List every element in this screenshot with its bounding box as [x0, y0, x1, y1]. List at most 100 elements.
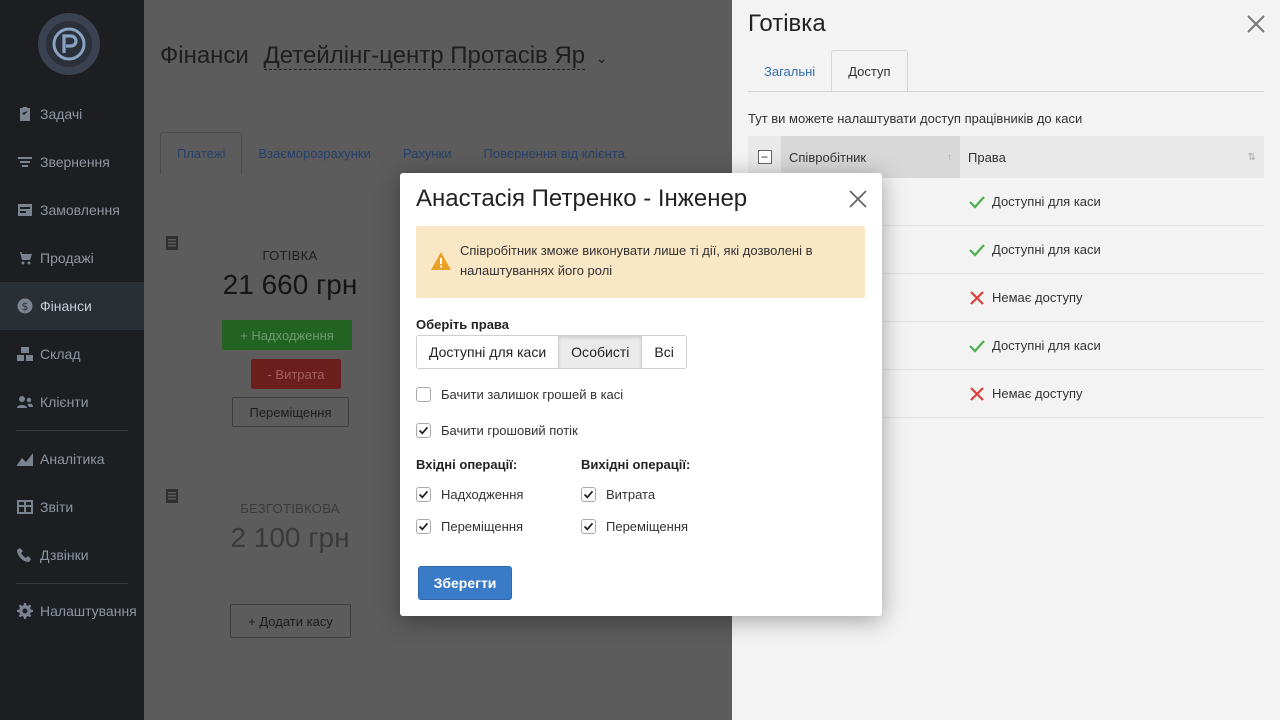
nav-divider	[16, 430, 128, 431]
tab-invoices[interactable]: Рахунки	[387, 132, 468, 174]
check-icon	[969, 243, 985, 257]
sidebar-item-label: Звіти	[40, 499, 74, 515]
location-selector[interactable]: Детейлінг-центр Протасів Яр	[263, 42, 586, 70]
rights-option-group: Доступні для каси Особисті Всі	[416, 335, 687, 369]
expense-button[interactable]: - Витрата	[251, 359, 341, 389]
panel-title: Готівка	[748, 10, 826, 37]
close-icon[interactable]	[848, 189, 868, 209]
save-button[interactable]: Зберегти	[418, 566, 512, 600]
chart-icon	[16, 450, 34, 468]
checkmark-icon	[418, 522, 429, 531]
employee-rights-modal: Анастасія Петренко - Інженер Співробітни…	[400, 173, 882, 616]
see-balance-row[interactable]: Бачити залишок грошей в касі	[416, 387, 623, 402]
sidebar-item-label: Клієнти	[40, 394, 89, 410]
incoming-receipts-label: Надходження	[441, 487, 524, 502]
sidebar-item-label: Склад	[40, 346, 81, 362]
add-cashbox-button[interactable]: + Додати касу	[230, 604, 351, 638]
see-flow-row[interactable]: Бачити грошовий потік	[416, 423, 578, 438]
income-button[interactable]: + Надходження	[222, 320, 352, 350]
sidebar-item-clients[interactable]: Клієнти	[0, 378, 144, 426]
incoming-receipts-row[interactable]: Надходження	[416, 487, 523, 502]
sidebar-item-label: Аналітика	[40, 451, 105, 467]
checkmark-icon	[418, 490, 429, 499]
see-balance-checkbox[interactable]	[416, 387, 431, 402]
column-rights[interactable]: Права ⇅	[960, 136, 1264, 178]
outgoing-expense-checkbox[interactable]	[581, 487, 596, 502]
sidebar-item-label: Замовлення	[40, 202, 120, 218]
incoming-transfer-checkbox[interactable]	[416, 519, 431, 534]
page-title: Фінанси Детейлінг-центр Протасів Яр ⌄	[160, 42, 608, 70]
sort-asc-icon: ↑	[947, 151, 952, 163]
incoming-transfer-row[interactable]: Переміщення	[416, 519, 523, 534]
tab-client-returns[interactable]: Повернення від клієнта	[468, 132, 641, 174]
sidebar-item-orders[interactable]: Замовлення	[0, 186, 144, 234]
checkmark-icon	[583, 490, 594, 499]
cart-icon	[16, 249, 34, 267]
outgoing-transfer-label: Переміщення	[606, 519, 689, 534]
move-button[interactable]: Переміщення	[232, 397, 349, 427]
sidebar-item-calls[interactable]: Дзвінки	[0, 531, 144, 579]
svg-text:$: $	[22, 300, 29, 313]
cross-icon	[970, 290, 984, 305]
panel-tabs: Загальні Доступ	[748, 50, 908, 92]
document-icon[interactable]	[166, 489, 178, 503]
sidebar-item-label: Фінанси	[40, 298, 92, 314]
sidebar-item-reports[interactable]: Звіти	[0, 483, 144, 531]
warning-text: Співробітник зможе виконувати лише ті ді…	[460, 243, 813, 278]
document-icon[interactable]	[166, 236, 178, 250]
outgoing-transfer-checkbox[interactable]	[581, 519, 596, 534]
option-cash-rights[interactable]: Доступні для каси	[416, 335, 560, 369]
tab-payments[interactable]: Платежі	[160, 132, 243, 174]
filter-icon	[16, 153, 34, 171]
sidebar-item-finance[interactable]: $ Фінанси	[0, 282, 144, 330]
sidebar-item-analytics[interactable]: Аналітика	[0, 435, 144, 483]
column-employee[interactable]: Співробітник ↑	[781, 136, 960, 178]
order-icon	[16, 201, 34, 219]
table-header: − Співробітник ↑ Права ⇅	[748, 136, 1264, 178]
incoming-receipts-checkbox[interactable]	[416, 487, 431, 502]
select-all-checkbox[interactable]: −	[748, 136, 781, 178]
sidebar-item-requests[interactable]: Звернення	[0, 138, 144, 186]
outgoing-expense-row[interactable]: Витрата	[581, 487, 655, 502]
tab-settlements[interactable]: Взаєморозрахунки	[242, 132, 387, 174]
sidebar-item-label: Задачі	[40, 106, 83, 122]
outgoing-transfer-row[interactable]: Переміщення	[581, 519, 688, 534]
cash-name: ГОТІВКА	[262, 248, 318, 263]
see-flow-checkbox[interactable]	[416, 423, 431, 438]
sidebar-item-label: Звернення	[40, 154, 110, 170]
option-personal[interactable]: Особисті	[558, 335, 643, 369]
warning-icon	[431, 252, 451, 270]
clipboard-icon	[16, 105, 34, 123]
logo-icon	[52, 27, 86, 61]
sidebar-item-tasks[interactable]: Задачі	[0, 90, 144, 138]
rights-value: Доступні для каси	[992, 194, 1101, 209]
app-logo[interactable]	[38, 13, 100, 75]
sidebar-item-sales[interactable]: Продажі	[0, 234, 144, 282]
tab-access[interactable]: Доступ	[831, 50, 908, 92]
sidebar-item-warehouse[interactable]: Склад	[0, 330, 144, 378]
page-title-text: Фінанси	[160, 42, 249, 69]
gear-icon	[16, 602, 34, 620]
users-icon	[16, 393, 34, 411]
chevron-down-icon[interactable]: ⌄	[596, 50, 608, 66]
boxes-icon	[16, 345, 34, 363]
rights-value: Доступні для каси	[992, 338, 1101, 353]
noncash-amount: 2 100 грн	[230, 522, 350, 553]
nav-divider	[16, 583, 128, 584]
sidebar-item-settings[interactable]: Налаштування	[0, 587, 144, 635]
incoming-transfer-label: Переміщення	[441, 519, 524, 534]
noncash-name: БЕЗГОТІВКОВА	[240, 501, 340, 516]
sort-icon: ⇅	[1247, 151, 1256, 163]
cash-amount: 21 660 грн	[222, 269, 358, 300]
panel-description: Тут ви можете налаштувати доступ працівн…	[748, 111, 1083, 126]
tab-general[interactable]: Загальні	[748, 50, 831, 92]
dollar-icon: $	[16, 297, 34, 315]
noncash-card: БЕЗГОТІВКОВА 2 100 грн	[190, 501, 390, 554]
choose-rights-label: Оберіть права	[416, 317, 509, 332]
checkmark-icon	[583, 522, 594, 531]
rights-value: Немає доступу	[992, 290, 1083, 305]
close-icon[interactable]	[1244, 12, 1268, 36]
incoming-label: Вхідні операції:	[416, 457, 518, 472]
sidebar-item-label: Налаштування	[40, 603, 137, 619]
option-all[interactable]: Всі	[641, 335, 687, 369]
